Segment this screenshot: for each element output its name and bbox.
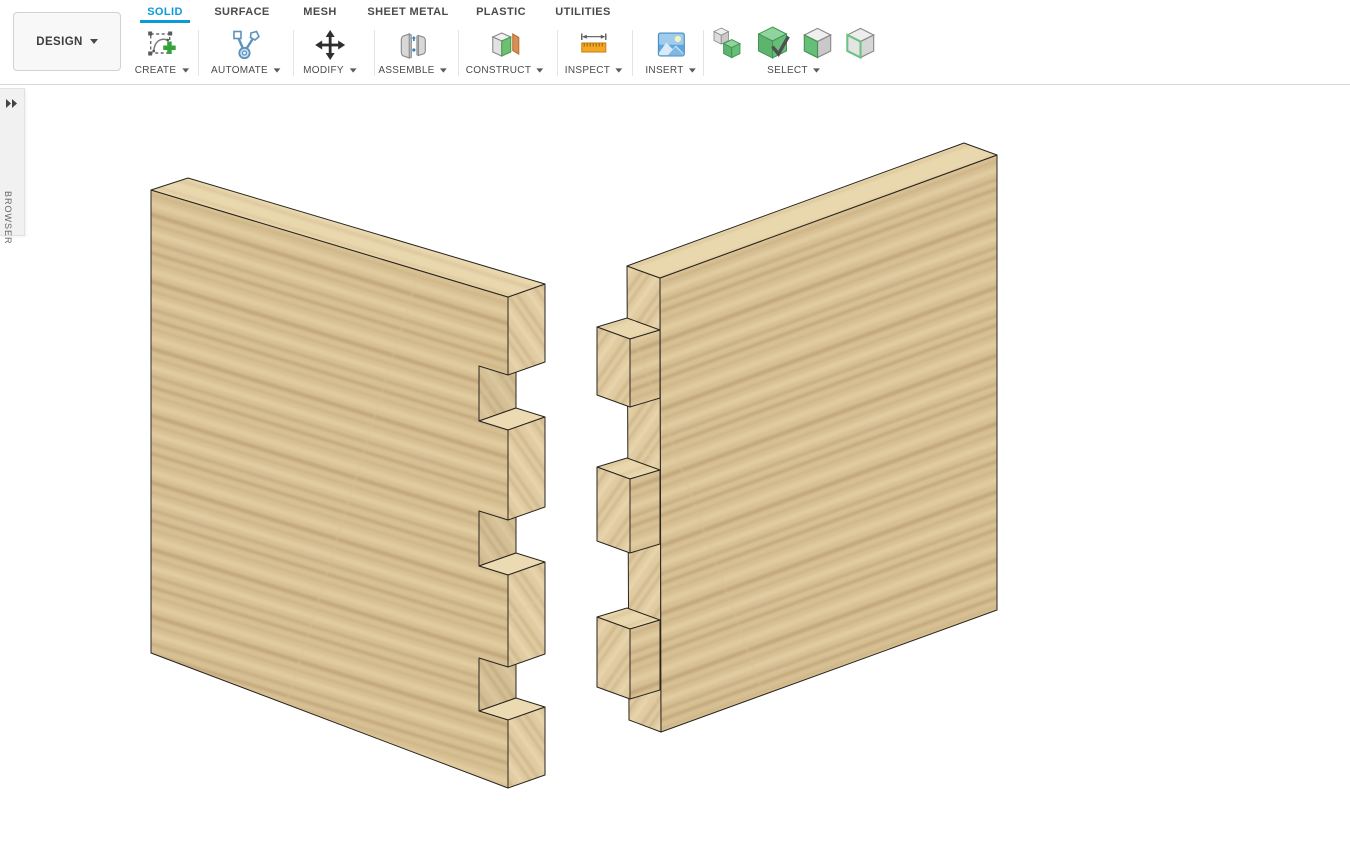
modify-group-label: MODIFY — [303, 65, 344, 76]
application-window: DESIGN SOLID SURFACE MESH SHEET METAL PL… — [0, 0, 1350, 859]
left-board-finger-end — [508, 707, 545, 788]
model-canvas[interactable] — [0, 0, 1350, 859]
toolbar-separator — [632, 30, 633, 76]
inspect-group-label: INSPECT — [565, 65, 610, 76]
assemble-group-button[interactable]: ASSEMBLE — [378, 27, 447, 76]
top-toolbar: DESIGN SOLID SURFACE MESH SHEET METAL PL… — [0, 0, 1350, 85]
assemble-panels-icon — [396, 27, 430, 62]
construct-group-label: CONSTRUCT — [466, 65, 531, 76]
automate-group-label: AUTOMATE — [211, 65, 268, 76]
left-board-finger-end — [508, 562, 545, 667]
select-group-button[interactable]: SELECT — [712, 27, 877, 76]
construct-group-button[interactable]: CONSTRUCT — [466, 27, 544, 76]
cube-stack-select-icon[interactable] — [712, 25, 744, 65]
measure-ruler-icon — [577, 27, 611, 62]
right-board-finger-front — [630, 620, 660, 699]
automate-branch-icon — [229, 27, 263, 62]
tab-solid[interactable]: SOLID — [147, 2, 183, 22]
tab-plastic[interactable]: PLASTIC — [476, 2, 526, 22]
left-board[interactable] — [151, 178, 545, 788]
construct-plane-icon — [488, 27, 522, 62]
right-board-finger-end — [597, 467, 630, 553]
active-tab-indicator — [140, 20, 190, 23]
toolbar-separator — [198, 30, 199, 76]
dropdown-caret-icon — [616, 68, 623, 72]
expand-panel-icon[interactable] — [6, 96, 19, 114]
left-board-finger-end — [508, 417, 545, 520]
insert-group-button[interactable]: INSERT — [645, 27, 696, 76]
move-arrows-icon — [313, 27, 347, 62]
dropdown-caret-icon — [349, 68, 356, 72]
cube-checked-select-icon[interactable] — [755, 24, 791, 65]
dropdown-caret-icon — [813, 68, 820, 72]
create-group-button[interactable]: CREATE — [135, 27, 190, 76]
automate-group-button[interactable]: AUTOMATE — [211, 27, 281, 76]
browser-panel-collapsed[interactable]: BROWSER — [0, 88, 25, 236]
tab-sheet-metal[interactable]: SHEET METAL — [367, 2, 448, 22]
right-board[interactable] — [597, 143, 997, 732]
insert-image-icon — [654, 27, 688, 62]
dropdown-caret-icon — [274, 68, 281, 72]
insert-group-label: INSERT — [645, 65, 683, 76]
toolbar-separator — [703, 30, 704, 76]
inspect-group-button[interactable]: INSPECT — [565, 27, 623, 76]
left-board-finger-end — [508, 284, 545, 375]
toolbar-separator — [557, 30, 558, 76]
select-group-label: SELECT — [767, 65, 808, 76]
toolbar-separator — [458, 30, 459, 76]
workspace-switcher-button[interactable]: DESIGN — [13, 12, 121, 71]
dropdown-caret-icon — [182, 68, 189, 72]
workspace-switcher-label: DESIGN — [36, 36, 83, 48]
right-board-finger-front — [630, 330, 660, 407]
sketch-create-icon — [145, 27, 179, 62]
dropdown-caret-icon — [440, 68, 447, 72]
create-group-label: CREATE — [135, 65, 177, 76]
modify-group-button[interactable]: MODIFY — [303, 27, 357, 76]
assemble-group-label: ASSEMBLE — [378, 65, 434, 76]
right-board-finger-end — [597, 327, 630, 407]
toolbar-separator — [293, 30, 294, 76]
dropdown-caret-icon — [689, 68, 696, 72]
tab-utilities[interactable]: UTILITIES — [555, 2, 611, 22]
tab-surface[interactable]: SURFACE — [214, 2, 269, 22]
browser-panel-label: BROWSER — [3, 191, 13, 245]
toolbar-separator — [374, 30, 375, 76]
chevron-down-icon — [90, 39, 98, 44]
right-board-finger-front — [630, 470, 660, 553]
tab-mesh[interactable]: MESH — [303, 2, 336, 22]
cube-outline-select-icon[interactable] — [845, 25, 877, 65]
right-board-finger-end — [597, 617, 630, 699]
dropdown-caret-icon — [537, 68, 544, 72]
cube-face-select-icon[interactable] — [802, 25, 834, 65]
